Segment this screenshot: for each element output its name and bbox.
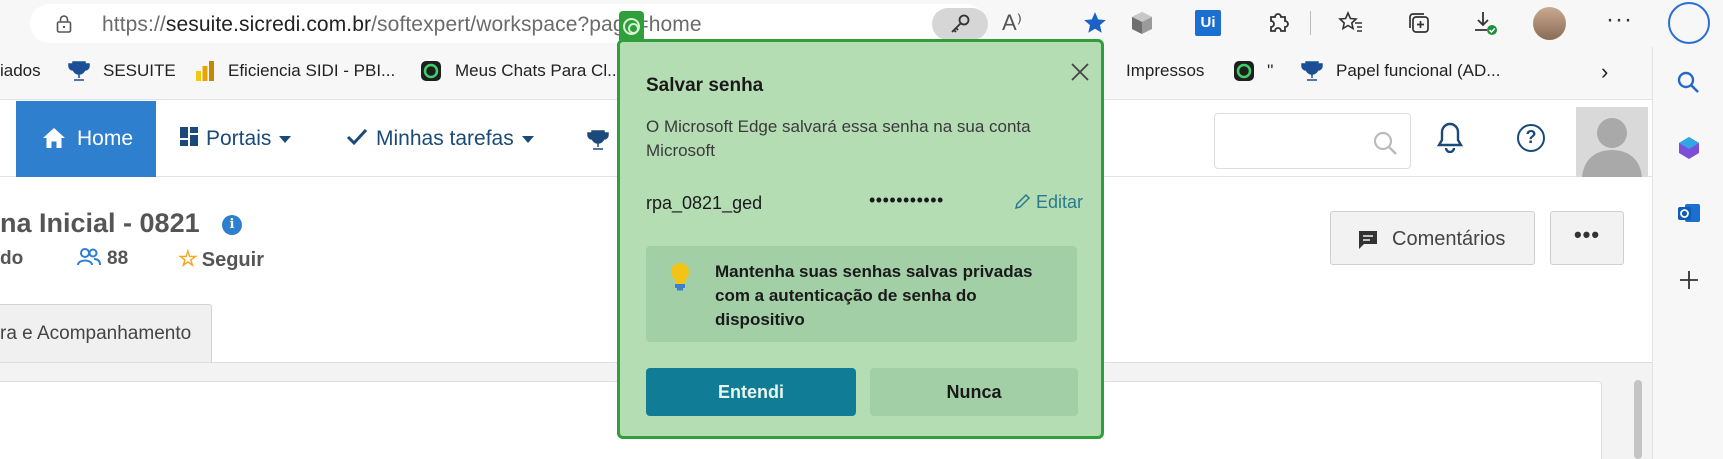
app-search-input[interactable] [1214, 113, 1411, 169]
tab-label: ra e Acompanhamento [0, 323, 192, 344]
page-title: na Inicial - 0821 [0, 208, 200, 238]
home-icon [43, 128, 65, 148]
bing-copilot-icon[interactable] [1668, 2, 1710, 44]
nav-tarefas-label: Minhas tarefas [376, 127, 514, 150]
nav-home-label: Home [77, 127, 134, 150]
comments-label: Comentários [1392, 228, 1506, 250]
toolbar-separator [1310, 11, 1311, 35]
url-path: /softexpert/workspace?page=home [371, 13, 702, 36]
dialog-title: Salvar senha [646, 75, 764, 96]
trophy-icon[interactable] [586, 128, 610, 152]
dialog-description: O Microsoft Edge salvará essa senha na s… [646, 117, 1031, 160]
comments-button[interactable]: Comentários [1330, 211, 1535, 265]
cube-extension-icon[interactable] [1127, 8, 1157, 38]
url-host: sesuite.sicredi.com.br [165, 13, 372, 36]
follow-button[interactable]: ☆ Seguir [178, 246, 264, 272]
edit-label: Editar [1036, 192, 1084, 212]
chat-icon [421, 61, 441, 81]
chevron-right-icon[interactable]: › [1601, 59, 1608, 85]
tab-acompanhamento[interactable]: ra e Acompanhamento [0, 304, 212, 363]
entendi-button[interactable]: Entendi [646, 368, 856, 416]
powerbi-icon [196, 61, 214, 81]
read-aloud-icon[interactable]: A⁾ [1002, 10, 1022, 36]
follow-label: Seguir [201, 249, 264, 271]
help-icon[interactable]: ? [1517, 124, 1545, 152]
add-icon[interactable] [1675, 266, 1703, 294]
bookmark-papel-funcional[interactable]: Papel funcional (AD... [1336, 61, 1500, 81]
user-avatar[interactable] [1576, 107, 1648, 177]
lightbulb-icon [671, 263, 689, 291]
comment-icon [1359, 231, 1377, 249]
address-bar[interactable]: https://sesuite.sicredi.com.br/softexper… [30, 4, 1106, 43]
trophy-icon [68, 61, 90, 81]
pencil-icon [1014, 193, 1031, 210]
extensions-puzzle-icon[interactable] [1263, 8, 1293, 38]
password-mask: ••••••••••• [869, 190, 944, 210]
person-silhouette-icon [1582, 118, 1642, 177]
nunca-button[interactable]: Nunca [870, 368, 1078, 416]
url-text[interactable]: https://sesuite.sicredi.com.br/softexper… [102, 13, 702, 37]
favorite-star-icon[interactable] [1082, 10, 1108, 36]
tip-text: Mantenha suas senhas salvas privadas com… [715, 262, 1033, 329]
nav-home[interactable]: Home [16, 101, 156, 177]
close-icon[interactable] [1068, 60, 1092, 84]
downloads-icon[interactable] [1470, 8, 1500, 38]
password-key-button[interactable] [932, 8, 988, 40]
url-scheme: https:// [102, 13, 166, 36]
members-count[interactable]: 88 [77, 248, 128, 270]
outlook-icon[interactable] [1675, 199, 1703, 227]
page-meta-status: do [0, 248, 24, 269]
browser-window: https://sesuite.sicredi.com.br/softexper… [0, 0, 1723, 459]
search-icon[interactable] [1675, 69, 1703, 97]
more-options-button[interactable]: ••• [1550, 211, 1624, 265]
key-icon [951, 14, 970, 33]
bookmark-eficiencia-sidi[interactable]: Eficiencia SIDI - PBI... [228, 61, 395, 81]
profile-avatar[interactable] [1533, 7, 1566, 40]
username-value: rpa_0821_ged [646, 193, 763, 213]
scrollbar-thumb[interactable] [1634, 380, 1642, 459]
caret-down-icon [521, 135, 534, 143]
bookmark-iados[interactable]: iados [0, 61, 41, 81]
nav-portais-label: Portais [206, 127, 272, 150]
security-tip: Mantenha suas senhas salvas privadas com… [646, 246, 1077, 342]
chat-icon [1234, 61, 1254, 81]
check-icon [346, 128, 368, 146]
edge-sidebar [1652, 47, 1723, 459]
lock-icon[interactable] [56, 15, 72, 33]
caret-down-icon [279, 135, 292, 143]
search-icon[interactable] [1372, 130, 1398, 156]
bookmark-meus-chats[interactable]: Meus Chats Para Cl... [455, 61, 621, 81]
copilot-icon[interactable] [1675, 134, 1703, 162]
star-outline-icon: ☆ [178, 246, 198, 271]
bookmark-quote[interactable]: '' [1267, 61, 1274, 81]
collections-icon[interactable] [1404, 8, 1434, 38]
info-icon[interactable]: i [222, 215, 242, 235]
settings-more-icon[interactable]: ··· [1606, 6, 1633, 34]
uipath-extension-icon[interactable]: Ui [1195, 10, 1221, 36]
nav-minhas-tarefas[interactable]: Minhas tarefas [346, 127, 534, 151]
favorites-icon[interactable] [1336, 8, 1366, 38]
trophy-icon [1301, 61, 1323, 81]
edit-link[interactable]: Editar [1014, 192, 1086, 213]
nav-portais[interactable]: Portais [180, 127, 292, 151]
bell-icon[interactable] [1436, 121, 1464, 153]
save-password-dialog: Salvar senha O Microsoft Edge salvará es… [617, 39, 1104, 439]
grid-icon [180, 127, 198, 146]
members-count-value: 88 [107, 248, 129, 269]
ring-icon [623, 18, 640, 35]
users-icon [77, 248, 101, 266]
password-popup-anchor-icon[interactable] [619, 11, 644, 40]
bookmark-impressos[interactable]: Impressos [1126, 61, 1204, 81]
bookmark-sesuite[interactable]: SESUITE [103, 61, 176, 81]
